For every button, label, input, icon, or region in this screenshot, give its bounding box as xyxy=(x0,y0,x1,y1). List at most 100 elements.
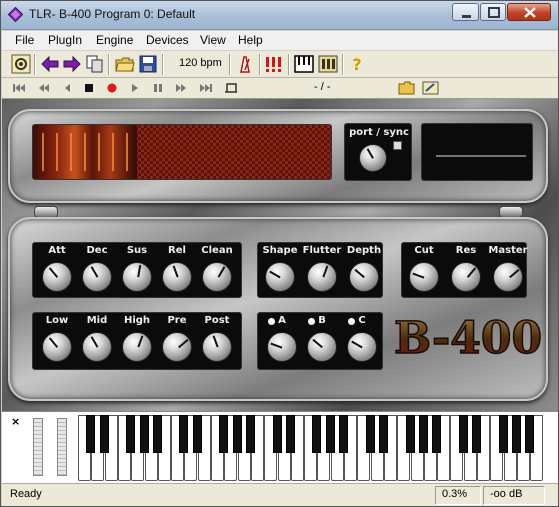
open-folder-icon[interactable] xyxy=(115,54,135,74)
fast-forward-icon[interactable] xyxy=(174,81,190,95)
black-key[interactable] xyxy=(418,415,428,453)
minimize-button[interactable] xyxy=(452,3,479,21)
black-key[interactable] xyxy=(511,415,521,453)
knob[interactable] xyxy=(349,262,379,292)
knob[interactable] xyxy=(451,262,481,292)
black-key[interactable] xyxy=(245,415,255,453)
black-key[interactable] xyxy=(498,415,508,453)
knob[interactable] xyxy=(162,332,192,362)
svg-text:?: ? xyxy=(352,55,361,74)
tempo-display[interactable]: 120 bpm xyxy=(179,57,222,69)
mod-wheel-slider[interactable] xyxy=(57,418,67,476)
close-button[interactable] xyxy=(507,3,551,21)
tube-grille-icon xyxy=(42,125,331,179)
menu-help[interactable]: Help xyxy=(238,33,263,47)
knob[interactable] xyxy=(202,332,232,362)
toolbar-separator xyxy=(288,54,290,75)
step-back-icon[interactable] xyxy=(59,81,75,95)
help-icon[interactable]: ? xyxy=(347,54,367,74)
knob[interactable] xyxy=(493,262,523,292)
knob[interactable] xyxy=(82,332,112,362)
play-icon[interactable] xyxy=(127,81,143,95)
black-key[interactable] xyxy=(378,415,388,453)
knob[interactable] xyxy=(122,332,152,362)
keyboard-close-icon[interactable]: × xyxy=(11,415,20,428)
black-key[interactable] xyxy=(365,415,375,453)
black-key[interactable] xyxy=(525,415,535,453)
next-arrow-icon[interactable] xyxy=(62,54,82,74)
black-key[interactable] xyxy=(179,415,189,453)
metronome-icon[interactable] xyxy=(235,54,255,74)
knob[interactable] xyxy=(42,262,72,292)
toolbar: 120 bpm ? xyxy=(2,51,558,78)
app-diamond-icon xyxy=(8,7,23,22)
save-icon[interactable] xyxy=(138,54,158,74)
black-key[interactable] xyxy=(432,415,442,453)
knob[interactable] xyxy=(347,332,377,362)
black-key[interactable] xyxy=(285,415,295,453)
knob[interactable] xyxy=(307,332,337,362)
knob-label: Depth xyxy=(346,245,382,256)
record-icon[interactable] xyxy=(104,81,120,95)
keyboard-toggle-icon[interactable] xyxy=(294,54,314,74)
black-key[interactable] xyxy=(152,415,162,453)
black-key[interactable] xyxy=(272,415,282,453)
open-file-icon[interactable] xyxy=(398,81,416,95)
toolbar-separator xyxy=(162,54,164,75)
cpu-usage: 0.3% xyxy=(442,488,468,500)
menu-plugin[interactable]: PlugIn xyxy=(48,33,82,47)
knob[interactable] xyxy=(122,262,152,292)
rewind-to-start-icon[interactable] xyxy=(11,81,27,95)
black-key[interactable] xyxy=(325,415,335,453)
pitch-bend-slider[interactable] xyxy=(33,418,43,476)
sync-toggle[interactable] xyxy=(393,141,402,150)
black-key[interactable] xyxy=(139,415,149,453)
knob[interactable] xyxy=(82,262,112,292)
forward-to-end-icon[interactable] xyxy=(198,81,214,95)
knob[interactable] xyxy=(265,262,295,292)
synth-panel: port / sync Att Dec Sus Rel Clean Shape Flutt… xyxy=(2,99,558,411)
rewind-icon[interactable] xyxy=(35,81,51,95)
file-settings-icon[interactable] xyxy=(422,81,440,95)
previous-arrow-icon[interactable] xyxy=(40,54,60,74)
knob[interactable] xyxy=(162,262,192,292)
menu-view[interactable]: View xyxy=(200,33,226,47)
panic-icon[interactable] xyxy=(264,54,284,74)
loop-icon[interactable] xyxy=(224,81,240,95)
knob-label: Pre xyxy=(167,315,187,326)
black-key[interactable] xyxy=(339,415,348,453)
knob[interactable] xyxy=(409,262,439,292)
knob-label: Sus xyxy=(126,245,148,256)
black-key[interactable] xyxy=(86,415,96,453)
b400-logo: B-400 xyxy=(392,309,543,365)
maximize-button[interactable] xyxy=(480,3,506,21)
title-bar[interactable]: TLR- B-400 Program 0: Default xyxy=(1,1,558,30)
black-key[interactable] xyxy=(232,415,242,453)
black-key[interactable] xyxy=(458,415,468,453)
waveform-line-icon xyxy=(436,155,526,157)
knob[interactable] xyxy=(307,262,337,292)
knob[interactable] xyxy=(267,332,297,362)
plugin-settings-icon[interactable] xyxy=(11,54,31,74)
black-key[interactable] xyxy=(219,415,229,453)
stop-icon[interactable] xyxy=(81,81,97,95)
black-key[interactable] xyxy=(472,415,481,453)
black-key[interactable] xyxy=(312,415,322,453)
menu-devices[interactable]: Devices xyxy=(146,33,189,47)
filter-section: Cut Res Master xyxy=(401,242,528,298)
pause-icon[interactable] xyxy=(150,81,166,95)
toolbar-separator xyxy=(34,54,36,75)
editor-toggle-icon[interactable] xyxy=(318,54,338,74)
copy-program-icon[interactable] xyxy=(85,54,105,74)
black-key[interactable] xyxy=(99,415,109,453)
knob[interactable] xyxy=(202,262,232,292)
knob[interactable] xyxy=(42,332,72,362)
knob-label: Dec xyxy=(86,245,108,256)
menu-file[interactable]: File xyxy=(15,33,34,47)
black-key[interactable] xyxy=(126,415,136,453)
eq-section: Low Mid High Pre Post xyxy=(32,312,242,370)
menu-engine[interactable]: Engine xyxy=(96,33,133,47)
black-key[interactable] xyxy=(192,415,202,453)
port-knob[interactable] xyxy=(359,144,387,172)
black-key[interactable] xyxy=(405,415,415,453)
